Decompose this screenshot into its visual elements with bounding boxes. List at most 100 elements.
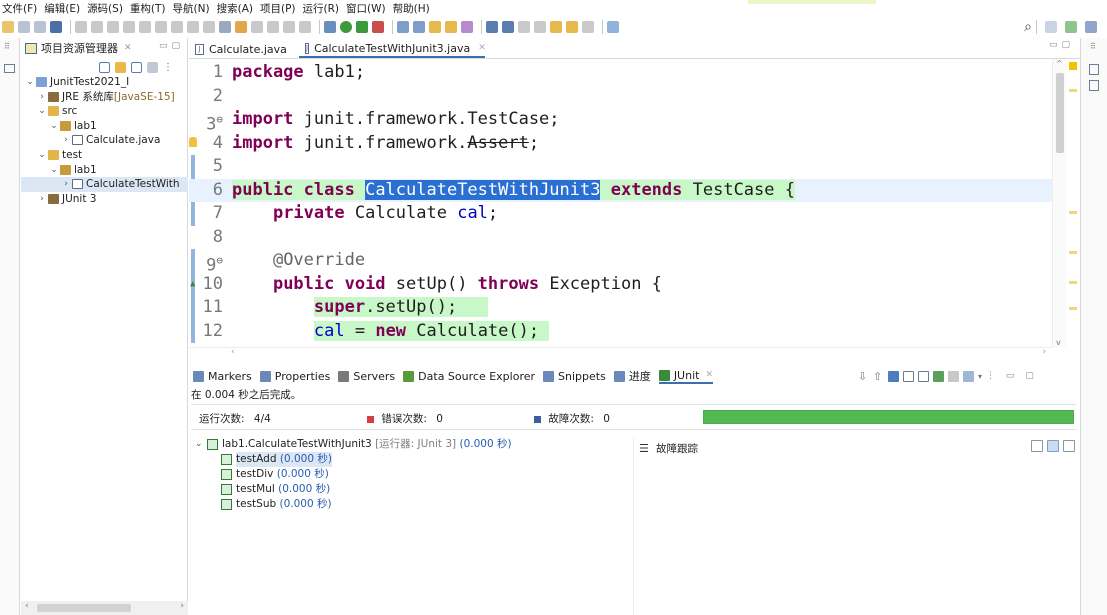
use-step-filters-icon[interactable] [219,21,231,33]
test-suite-row[interactable]: ⌄ lab1.CalculateTestWithJunit3 [运行器: JUni… [191,437,631,452]
debug-perspective-icon[interactable] [1085,21,1097,33]
toggle-breakpoint-icon[interactable] [235,21,247,33]
close-icon[interactable]: ✕ [124,43,132,53]
occurrence-marker[interactable] [1069,307,1077,310]
code-line[interactable]: ▲ 10 public void setUp() throws Exception… [189,273,1054,297]
code-line[interactable]: 1 package lab1; [189,61,1054,85]
tab-calculate-test-junit3[interactable]: J CalculateTestWithJunit3.java ✕ [299,40,486,58]
tab-进度[interactable]: 进度 [613,368,651,384]
scroll-right-icon[interactable]: › [180,601,184,611]
code-editor[interactable]: 1 package lab1; 2 3⊖ import junit.framework.… [189,59,1080,347]
code-line[interactable]: 7 private Calculate cal; [189,202,1054,226]
panel-splitter[interactable] [633,437,634,615]
code-line[interactable]: 6 public class CalculateTestWithJunit3 ex… [189,178,1054,202]
new-package-icon[interactable] [413,21,425,33]
compare-results-icon[interactable] [1031,440,1043,452]
tab-junit[interactable]: JUnit ✕ [658,369,713,384]
stop-icon[interactable] [948,370,959,382]
chevron-down-icon[interactable]: ⌄ [49,163,59,178]
warning-marker[interactable] [1069,62,1077,70]
tree-item[interactable]: ⌄ test [21,148,188,163]
search-icon[interactable]: ⌕ [1024,19,1032,35]
show-failures-only-icon[interactable] [888,370,899,382]
disconnect-icon[interactable] [139,21,151,33]
menu-project[interactable]: 项目(P) [260,1,296,16]
filter-stack-trace-icon[interactable] [1047,440,1059,452]
outline-icon[interactable] [1089,64,1099,75]
code-line[interactable]: 2 [189,85,1054,109]
explorer-horizontal-scrollbar[interactable]: ‹ › [21,601,188,615]
tab-snippets[interactable]: Snippets [543,370,606,383]
scroll-up-icon[interactable]: ^ [1056,59,1063,68]
scroll-lock-icon[interactable] [903,370,914,382]
test-case-row[interactable]: testMul (0.000 秒) [191,482,631,497]
occurrence-marker[interactable] [1069,211,1077,214]
debug-icon[interactable] [324,21,336,33]
chevron-down-icon[interactable]: ⌄ [49,119,59,134]
word-wrap-icon[interactable] [283,21,295,33]
minimize-maximize-icon[interactable]: ▭▢ [159,41,184,51]
tab-project-explorer[interactable]: 项目资源管理器 ✕ ▭▢ [21,38,188,58]
fold-toggle-icon[interactable]: ⊖ [216,254,223,267]
mark-occurrences-icon[interactable] [251,21,263,33]
search-tool-icon[interactable] [461,21,473,33]
rerun-test-icon[interactable] [918,370,929,382]
open-perspective-icon[interactable] [1045,21,1057,33]
tree-item[interactable]: › Calculate.java [21,133,188,148]
back-icon[interactable] [534,21,546,33]
quick-fix-bulb-icon[interactable] [189,136,197,147]
save-all-icon[interactable] [34,21,46,33]
chevron-down-icon[interactable]: ⌄ [25,75,35,90]
annotation-prev-icon[interactable] [502,21,514,33]
collapse-all-icon[interactable] [99,61,110,73]
run-icon[interactable] [340,21,352,33]
external-tools-icon[interactable] [372,21,384,33]
chevron-right-icon[interactable]: › [61,177,71,192]
step-into-icon[interactable] [155,21,167,33]
resume-icon[interactable] [91,21,103,33]
tree-item[interactable]: › JRE 系统库[JavaSE-15] [21,90,188,105]
scroll-right-icon[interactable]: › [1042,347,1046,357]
close-icon[interactable]: ✕ [705,370,713,380]
terminal-icon[interactable] [50,21,62,33]
new-icon[interactable] [2,21,14,33]
occurrence-marker[interactable] [1069,281,1077,284]
suspend-icon[interactable] [107,21,119,33]
editor-horizontal-scrollbar[interactable]: ‹ › [189,347,1052,359]
code-line[interactable]: 12 cal = new Calculate(); [189,320,1054,344]
tab-servers[interactable]: Servers [338,370,395,383]
menu-navigate[interactable]: 导航(N) [173,1,210,16]
chevron-down-icon[interactable]: ⌄ [37,104,47,119]
restore-icon[interactable]: ⠿ [4,42,10,51]
copy-trace-icon[interactable] [1063,440,1075,452]
open-type-icon[interactable] [429,21,441,33]
chevron-down-icon[interactable]: ⌄ [37,148,47,163]
show-whitespace-icon[interactable] [299,21,311,33]
menu-help[interactable]: 帮助(H) [393,1,430,16]
code-line[interactable]: 5 [189,155,1054,179]
occurrence-marker[interactable] [1069,89,1077,92]
skip-breakpoints-icon[interactable] [75,21,87,33]
tab-data-source-explorer[interactable]: Data Source Explorer [403,370,535,383]
chevron-down-icon[interactable]: ⌄ [195,437,203,452]
minimize-maximize-icon[interactable]: ⋮ ▭ ▢ [986,371,1038,381]
menu-file[interactable]: 文件(F) [2,1,37,16]
previous-failure-icon[interactable]: ⇧ [873,371,884,382]
menu-refactor[interactable]: 重构(T) [130,1,166,16]
test-run-history-icon[interactable] [963,370,974,382]
tab-markers[interactable]: Markers [193,370,252,383]
scroll-down-icon[interactable]: v [1056,338,1061,347]
forward-icon[interactable] [582,21,594,33]
editor-vertical-scrollbar[interactable]: ^ v [1052,59,1066,347]
scroll-thumb[interactable] [37,604,131,612]
focus-icon[interactable] [147,61,158,73]
code-line[interactable]: 11 super.setUp(); [189,296,1054,320]
save-icon[interactable] [18,21,30,33]
test-case-row[interactable]: testAdd (0.000 秒) [191,452,631,467]
outline-view-icon[interactable] [4,64,15,73]
filter-icon[interactable] [131,61,142,73]
menu-window[interactable]: 窗口(W) [346,1,386,16]
java-perspective-icon[interactable] [1065,21,1077,33]
step-return-icon[interactable] [187,21,199,33]
code-line[interactable]: 4 import junit.framework.Assert; [189,132,1054,156]
